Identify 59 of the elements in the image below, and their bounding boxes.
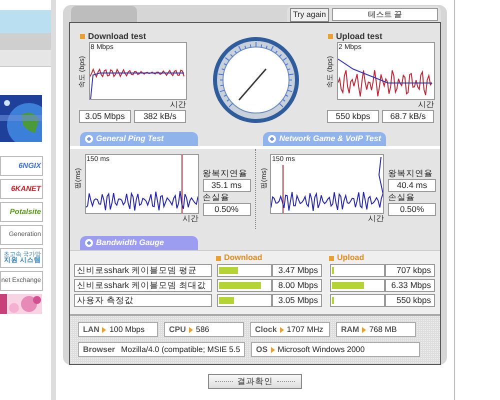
reading-field: 3.05 Mbps — [79, 110, 131, 123]
stat-label: 손실율 — [388, 192, 416, 203]
chart-title: Upload test — [336, 30, 382, 43]
info-value: Mozilla/4.0 (compatible; MSIE 5.5 — [121, 344, 240, 356]
status-field: 테스트 끝 — [332, 8, 438, 21]
reading-field: 6.33 Mbps — [385, 279, 435, 292]
reading-field: 550 kbps — [385, 294, 435, 307]
delay-field: 35.1 ms — [202, 179, 250, 192]
section-tab[interactable]: Bandwidth Gauge — [80, 236, 198, 250]
info-label: RAM — [341, 324, 360, 336]
triangle-icon — [280, 326, 284, 332]
plus-icon — [85, 239, 93, 247]
confirm-button[interactable]: 결과확인 — [208, 374, 302, 389]
reading-field: 8.00 Mbps — [272, 279, 322, 292]
bullet-icon — [80, 34, 85, 39]
triangle-icon — [362, 326, 366, 332]
info-value: 768 MB — [369, 324, 397, 336]
info-label: Clock — [255, 324, 277, 336]
info-label: OS — [256, 344, 268, 356]
menu-bar — [0, 33, 51, 50]
triangle-icon — [102, 326, 106, 332]
axis-label: 시간 — [417, 100, 434, 110]
column-header: Upload — [337, 252, 364, 264]
triangle-icon — [270, 346, 275, 352]
header-bar — [0, 10, 51, 33]
try-again-button[interactable]: Try again — [290, 8, 329, 22]
plus-icon — [85, 135, 93, 143]
plus-icon — [268, 135, 276, 143]
info-value: 586 — [196, 324, 210, 336]
row-label: 신비로sshark 케이블모뎀 평균 — [74, 264, 212, 277]
reading-field: 707 kbps — [385, 264, 435, 277]
reading-field: 550 kbps — [327, 110, 379, 123]
stat-label: 손실율 — [202, 192, 230, 203]
info-value: 1707 MHz — [286, 324, 324, 336]
reading-field: 68.7 kB/s — [382, 110, 434, 123]
bullet-icon — [329, 256, 334, 260]
row-label: 사용자 측정값 — [74, 294, 212, 307]
triangle-icon — [188, 326, 193, 332]
axis-label: 시간 — [182, 214, 198, 224]
stat-label: 왕복지연율 — [388, 168, 434, 179]
chart-title: Download test — [88, 30, 146, 43]
row-label: 신비로sshark 케이블모뎀 최대값 — [74, 279, 212, 292]
loss-field: 0.50% — [202, 203, 250, 216]
reading-field: 382 kB/s — [134, 110, 186, 123]
axis-label: 시간 — [169, 100, 186, 110]
bullet-icon — [328, 34, 333, 39]
loss-field: 0.50% — [388, 203, 436, 216]
delay-field: 40.4 ms — [388, 179, 436, 192]
bullet-icon — [216, 256, 221, 260]
axis-label: 시간 — [367, 214, 384, 224]
info-label: Browser — [83, 344, 116, 356]
info-label: CPU — [169, 324, 186, 336]
reading-field: 3.05 Mbps — [272, 294, 322, 307]
info-value: 100 Mbps — [109, 324, 145, 336]
reading-field: 3.47 Mbps — [272, 264, 322, 277]
column-header: Download — [224, 252, 262, 264]
info-label: LAN — [83, 324, 100, 336]
stat-label: 왕복지연율 — [202, 168, 248, 179]
info-value: Microsoft Windows 2000 — [278, 344, 365, 356]
